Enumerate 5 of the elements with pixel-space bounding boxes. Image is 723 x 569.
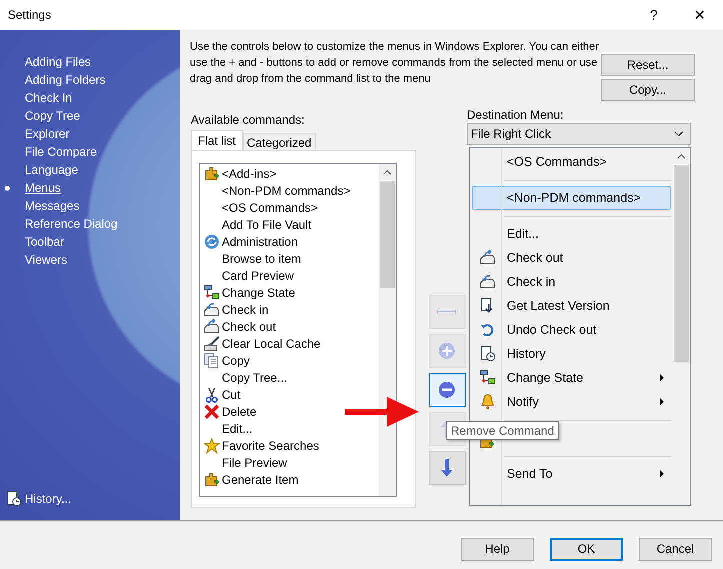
tooltip: Remove Command [446, 421, 560, 440]
window-title: Settings [8, 7, 52, 24]
section-label: Available commands: [191, 112, 306, 126]
section-label: Destination Menu: [467, 109, 565, 122]
description-text: Use the controls below to customize the menus in Windows Explorer. You can either use the + and - buttons to add or remove commands from the selected menu or use drag and drop from the command list to the menu [190, 40, 600, 87]
